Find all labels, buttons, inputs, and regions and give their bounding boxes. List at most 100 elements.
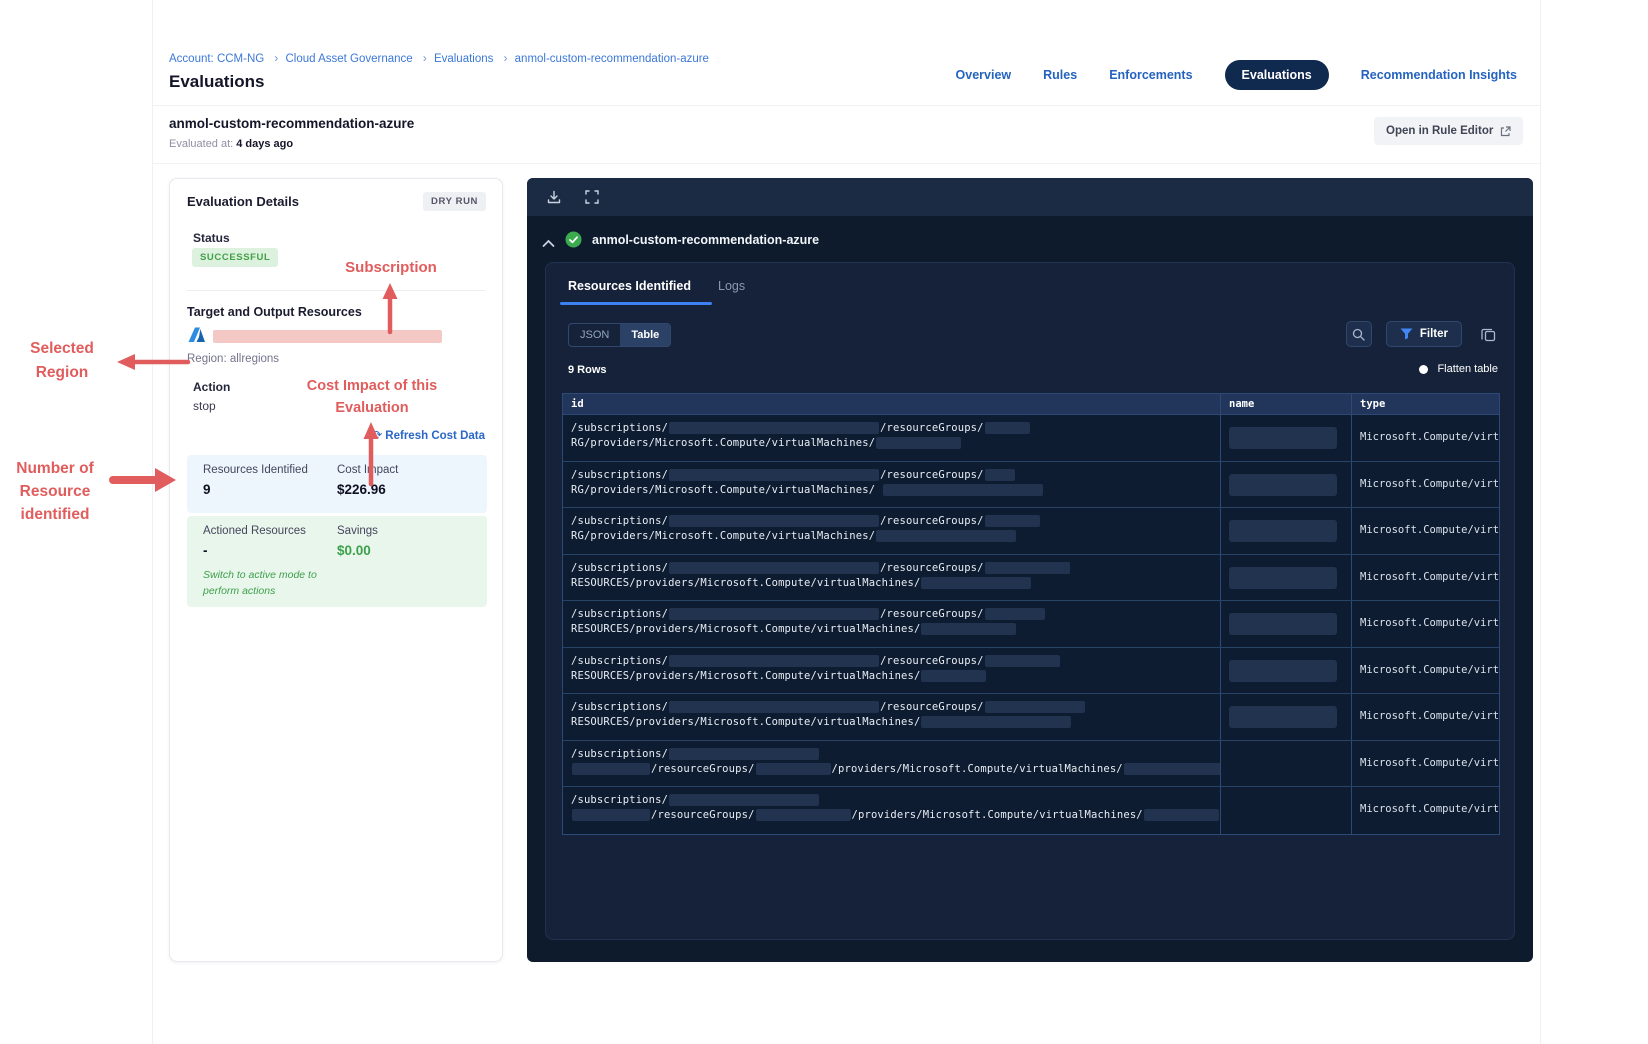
breadcrumb-account[interactable]: Account: CCM-NG (169, 53, 264, 65)
page-title: Evaluations (169, 72, 265, 91)
header-divider (152, 105, 1540, 106)
cell-type: Microsoft.Compute/virtu (1352, 694, 1499, 740)
redacted-value (669, 794, 820, 806)
redacted-value (669, 468, 880, 481)
table-row[interactable]: /subscriptions/ /resourceGroups/ /provider… (563, 740, 1499, 787)
path-text: /resourceGroups/ (651, 809, 755, 821)
path-text: /subscriptions/ (571, 468, 669, 481)
refresh-cost-data-link[interactable]: ⟳ Refresh Cost Data (372, 428, 485, 442)
path-text: RESOURCES/providers/Microsoft.Compute/vi… (571, 669, 921, 682)
tab-recommendation-insights[interactable]: Recommendation Insights (1361, 68, 1517, 82)
cell-id: /subscriptions/ /resourceGroups/RG/provid… (563, 461, 1221, 507)
type-value: Microsoft.Compute/virtu (1360, 431, 1499, 443)
table-row[interactable]: /subscriptions/ /resourceGroups/RESOURCES… (563, 694, 1499, 741)
table-tools: Filter (1345, 321, 1500, 347)
filter-icon (1400, 328, 1413, 340)
toggle-json[interactable]: JSON (569, 324, 620, 346)
path-text: /subscriptions/ (571, 701, 669, 713)
action-value: stop (193, 399, 216, 413)
cell-type: Microsoft.Compute/virtu (1352, 555, 1499, 601)
search-icon (1352, 328, 1366, 341)
open-rule-editor-label: Open in Rule Editor (1386, 125, 1494, 137)
tab-logs[interactable]: Logs (718, 279, 745, 293)
redacted-value (669, 701, 880, 713)
cell-name (1221, 787, 1352, 834)
toggle-table[interactable]: Table (620, 324, 671, 346)
path-text: /resourceGroups/ (880, 654, 984, 667)
results-table-body: /subscriptions/ /resourceGroups/RG/provid… (563, 415, 1499, 834)
path-text: /subscriptions/ (571, 794, 669, 806)
table-row[interactable]: /subscriptions/ /resourceGroups/RG/provid… (563, 461, 1499, 508)
path-text: /subscriptions/ (571, 515, 669, 527)
table-row[interactable]: /subscriptions/ /resourceGroups/RG/provid… (563, 508, 1499, 555)
cell-id: /subscriptions/ /resourceGroups/RESOURCES… (563, 554, 1221, 600)
actioned-resources-value: - (203, 543, 208, 558)
cell-id: /subscriptions/ /resourceGroups/RG/provid… (563, 508, 1221, 554)
column-header-id: id (563, 394, 1221, 414)
open-rule-editor-button[interactable]: Open in Rule Editor (1374, 117, 1524, 145)
tab-rules[interactable]: Rules (1043, 68, 1077, 82)
flatten-table-toggle[interactable]: Flatten table (1419, 363, 1498, 375)
cell-type: Microsoft.Compute/virtu (1352, 787, 1499, 834)
column-header-name: name (1221, 394, 1352, 414)
table-row[interactable]: /subscriptions/ /resourceGroups/RESOURCES… (563, 601, 1499, 648)
cell-id: /subscriptions/ /resourceGroups/ /provider… (563, 787, 1221, 834)
path-text: /resourceGroups/ (880, 468, 984, 481)
filter-button[interactable]: Filter (1385, 321, 1462, 347)
path-text: /providers/Microsoft.Compute/virtualMach… (831, 762, 1123, 775)
table-row[interactable]: /subscriptions/ /resourceGroups/RESOURCES… (563, 647, 1499, 694)
status-label: Status (193, 231, 230, 245)
annotation-subscription: Subscription (345, 259, 437, 276)
redacted-value (921, 576, 1032, 589)
table-row[interactable]: /subscriptions/ /resourceGroups/RESOURCES… (563, 554, 1499, 601)
fullscreen-icon[interactable] (584, 189, 600, 210)
cell-type: Microsoft.Compute/virtu (1352, 462, 1499, 508)
cell-id: /subscriptions/ /resourceGroups/ /provider… (563, 740, 1221, 786)
results-toolbar (527, 178, 1533, 216)
resources-identified-value: 9 (203, 482, 211, 497)
annotation-resource-count: Number of Resource identified (16, 460, 94, 523)
breadcrumb-evaluations[interactable]: Evaluations (434, 53, 493, 65)
redacted-value (572, 762, 650, 775)
search-button[interactable] (1345, 321, 1372, 347)
rows-count: 9 Rows (568, 364, 607, 376)
cell-name (1221, 461, 1352, 507)
redacted-value (921, 716, 1072, 728)
path-text: RESOURCES/providers/Microsoft.Compute/vi… (571, 576, 921, 589)
download-icon[interactable] (546, 189, 562, 210)
breadcrumb-separator: › (274, 53, 279, 65)
redacted-value (1123, 762, 1220, 775)
redacted-value (876, 530, 1017, 542)
breadcrumb-current[interactable]: anmol-custom-recommendation-azure (515, 53, 709, 65)
redacted-value (1229, 706, 1337, 728)
path-text: /subscriptions/ (571, 608, 669, 620)
redacted-value (1229, 427, 1337, 449)
redacted-value (882, 483, 1043, 496)
tab-enforcements[interactable]: Enforcements (1109, 68, 1192, 82)
tab-evaluations-active[interactable]: Evaluations (1224, 60, 1329, 90)
active-tab-underline (560, 302, 712, 305)
evaluation-name: anmol-custom-recommendation-azure (169, 116, 415, 131)
chevron-up-icon[interactable] (542, 235, 555, 253)
view-toggle: JSON Table (568, 323, 672, 347)
tab-resources-identified[interactable]: Resources Identified (568, 279, 691, 293)
subscription-redacted-bar (213, 330, 442, 343)
table-row[interactable]: /subscriptions/ /resourceGroups/RG/provid… (563, 415, 1499, 462)
copy-icon[interactable] (1476, 322, 1500, 346)
path-text: RESOURCES/providers/Microsoft.Compute/vi… (571, 716, 921, 728)
result-title: anmol-custom-recommendation-azure (592, 233, 820, 247)
top-nav: Overview Rules Enforcements Evaluations … (956, 60, 1517, 90)
tab-overview[interactable]: Overview (956, 68, 1012, 82)
breadcrumb-cloud-asset-governance[interactable]: Cloud Asset Governance (285, 53, 412, 65)
redacted-value (669, 608, 880, 620)
action-label: Action (193, 380, 231, 394)
result-detail-panel: Resources Identified Logs JSON Table Fil… (545, 262, 1515, 940)
table-row[interactable]: /subscriptions/ /resourceGroups/ /provider… (563, 787, 1499, 834)
subheader-divider (152, 163, 1540, 164)
path-text: /subscriptions/ (571, 561, 669, 574)
evaluated-at: Evaluated at: 4 days ago (169, 138, 293, 150)
redacted-value (1229, 659, 1337, 682)
annotation-selected-region: Selected Region (30, 340, 94, 381)
redacted-value (984, 701, 1085, 713)
refresh-cost-data-label: Refresh Cost Data (385, 430, 485, 442)
